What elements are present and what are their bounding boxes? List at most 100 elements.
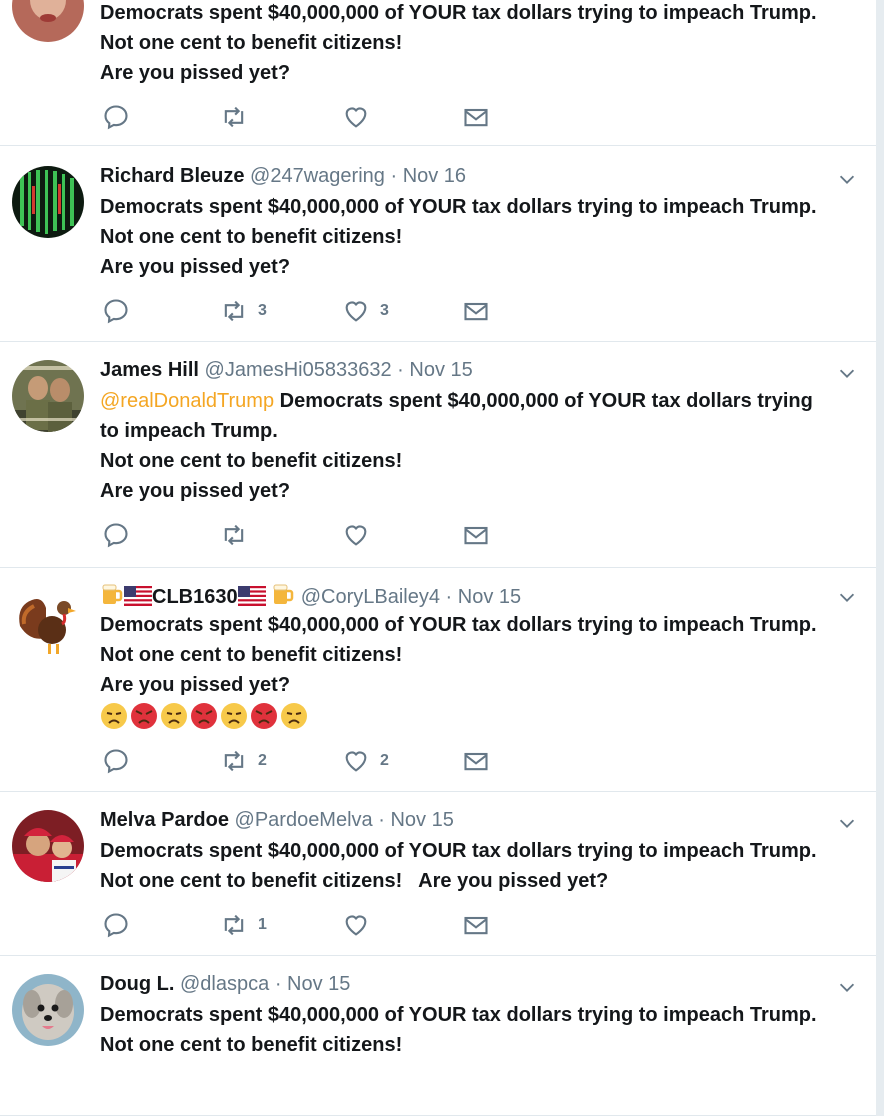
direct-message-button[interactable] [462,746,490,776]
tweet-feed: Democrats spent $40,000,000 of YOUR tax … [0,0,877,1116]
tweet-text-line: Democrats spent $40,000,000 of YOUR tax … [100,614,817,636]
disappointed-face-icon [221,703,247,729]
user-handle[interactable]: @PardoeMelva [235,809,373,831]
retweet-icon [224,914,244,936]
retweet-button[interactable]: 3 [220,296,267,326]
mention-link[interactable]: @realDonaldTrump [100,390,274,412]
avatar[interactable] [12,810,84,882]
tweet-text-line: Are you pissed yet? [100,256,291,278]
tweet[interactable]: James Hill @JamesHi05833632 · Nov 15 @re… [0,342,876,568]
tweet-text-line: Not one cent to benefit citizens! [100,1034,403,1056]
retweet-button[interactable]: 1 [220,910,267,940]
heart-icon [345,915,367,936]
reply-button[interactable] [102,296,130,326]
chevron-down-icon[interactable] [836,362,858,384]
tweet-text-line: Democrats spent $40,000,000 of YOUR tax … [100,196,817,218]
tweet[interactable]: Democrats spent $40,000,000 of YOUR tax … [0,0,876,146]
reply-button[interactable] [102,520,130,550]
tweet-timestamp[interactable]: Nov 15 [458,586,521,608]
emoji-row [100,702,870,730]
angry-face-icon [131,703,157,729]
beer-mug-icon [273,584,294,604]
tweet-text-line: Democrats spent $40,000,000 of YOUR tax … [100,2,817,24]
envelope-icon [464,526,488,545]
tweet-text-line: Are you pissed yet? [100,674,291,696]
tweet-timestamp[interactable]: Nov 15 [390,809,453,831]
reply-icon [104,523,128,548]
user-handle[interactable]: @247wagering [250,165,385,187]
reply-button[interactable] [102,746,130,776]
tweet-text-line: Democrats spent $40,000,000 of YOUR tax … [274,390,813,412]
user-handle[interactable]: @CoryLBailey4 [301,586,440,608]
like-button[interactable] [342,102,370,132]
separator: · [397,359,404,381]
tweet-text-line: Democrats spent $40,000,000 of YOUR tax … [100,840,817,862]
tweet[interactable]: Richard Bleuze @247wagering · Nov 16 Dem… [0,146,876,342]
tweet-header: James Hill @JamesHi05833632 · Nov 15 [100,358,473,382]
reply-button[interactable] [102,102,130,132]
direct-message-button[interactable] [462,520,490,550]
tweet-text-line: Not one cent to benefit citizens! [100,226,403,248]
tweet-timestamp[interactable]: Nov 15 [409,359,472,381]
heart-icon [345,107,367,128]
retweet-button[interactable] [220,102,248,132]
chevron-down-icon[interactable] [836,812,858,834]
like-count: 3 [380,302,389,319]
avatar[interactable] [12,360,84,432]
tweet-text-line: Are you pissed yet? [100,480,291,502]
disappointed-face-icon [161,703,187,729]
like-button[interactable] [342,520,370,550]
avatar[interactable] [12,166,84,238]
separator: · [274,973,282,995]
display-name[interactable]: CLB1630 [152,586,238,608]
chevron-down-icon[interactable] [836,586,858,608]
envelope-icon [464,302,488,321]
user-handle[interactable]: @dlaspca [180,973,269,995]
heart-icon [345,751,367,772]
tweet[interactable]: CLB1630 @CoryLBailey4 · Nov 15 Democrats… [0,568,876,792]
display-name[interactable]: Doug L. [100,973,174,995]
beer-mug-icon [102,584,123,604]
retweet-button[interactable] [220,520,248,550]
like-count: 2 [380,752,389,769]
like-button[interactable]: 3 [342,296,389,326]
user-handle[interactable]: @JamesHi05833632 [205,359,392,381]
disappointed-face-icon [101,703,127,729]
avatar[interactable] [12,586,84,658]
direct-message-button[interactable] [462,910,490,940]
tweet-header: Melva Pardoe @PardoeMelva · Nov 15 [100,808,454,832]
angry-face-icon [251,703,277,729]
reply-icon [104,105,128,130]
chevron-down-icon[interactable] [836,976,858,998]
disappointed-face-icon [281,703,307,729]
tweet-timestamp[interactable]: Nov 16 [403,165,466,187]
heart-icon [345,525,367,546]
reply-icon [104,913,128,938]
direct-message-button[interactable] [462,102,490,132]
us-flag-icon [237,586,266,606]
tweet-header: Doug L. @dlaspca · Nov 15 [100,972,350,996]
tweet-text-line: to impeach Trump. [100,420,278,442]
reply-button[interactable] [102,910,130,940]
retweet-button[interactable]: 2 [220,746,267,776]
retweet-count: 1 [258,916,267,933]
tweet-timestamp[interactable]: Nov 15 [287,973,350,995]
separator: · [378,809,385,831]
avatar[interactable] [12,0,84,42]
tweet-text-line: Are you pissed yet? [100,62,291,84]
heart-icon [345,301,367,322]
avatar[interactable] [12,974,84,1046]
envelope-icon [464,916,488,935]
tweet-header: CLB1630 @CoryLBailey4 · Nov 15 [100,582,521,609]
chevron-down-icon[interactable] [836,168,858,190]
separator: · [445,586,453,608]
display-name[interactable]: Richard Bleuze [100,165,244,187]
display-name[interactable]: James Hill [100,359,199,381]
direct-message-button[interactable] [462,296,490,326]
display-name[interactable]: Melva Pardoe [100,809,229,831]
tweet[interactable]: Doug L. @dlaspca · Nov 15 Democrats spen… [0,956,876,1116]
like-button[interactable] [342,910,370,940]
tweet[interactable]: Melva Pardoe @PardoeMelva · Nov 15 Democ… [0,792,876,956]
envelope-icon [464,108,488,127]
like-button[interactable]: 2 [342,746,389,776]
